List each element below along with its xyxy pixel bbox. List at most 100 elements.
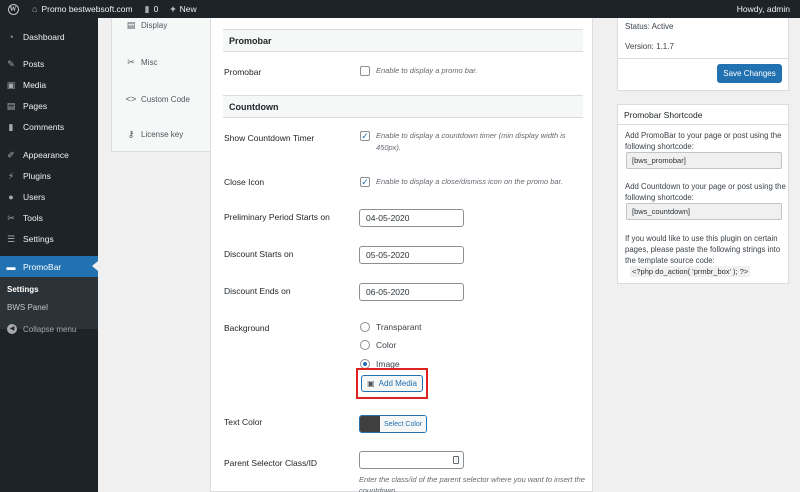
add-media-label: Add Media [378,379,417,388]
highlight-box: ▣ Add Media [356,368,428,399]
shortcode-title: Promobar Shortcode [618,105,788,125]
parent-selector-input[interactable]: ⁝ [359,451,464,469]
close-icon-label: Close Icon [224,177,265,187]
divider [618,58,788,59]
sidebar-item-tools[interactable]: ✂ Tools [0,207,98,228]
tab-custom-code[interactable]: <> Custom Code [125,94,190,104]
comment-icon: ▮ [8,121,14,132]
sidebar-item-dashboard[interactable]: ◔ Dashboard [0,26,98,47]
plug-icon: ⚡ [7,170,15,181]
show-timer-checkbox[interactable]: ✓ [360,131,370,141]
section-promobar: Promobar [223,29,583,52]
sidebar-item-promobar[interactable]: ▬ PromoBar [0,256,98,277]
settings-tabs: ▤ Display ✂ Misc <> Custom Code ⚷ License ke… [111,18,210,152]
countdown-shortcode-field[interactable]: [bws_countdown] [626,203,782,220]
select-color-label: Select Color [380,416,427,432]
add-media-button[interactable]: ▣ Add Media [361,375,423,392]
key-icon: ⚷ [127,129,135,139]
sidebar-item-label: Posts [23,58,45,69]
admin-sidebar: ◔ Dashboard ✎ Posts ▣ Media ▤ Pages ▮ Comment… [0,18,98,492]
wrench-icon: ✂ [127,57,135,67]
submenu-item-settings[interactable]: Settings [7,285,39,294]
tab-misc[interactable]: ✂ Misc [125,57,157,68]
text-color-picker[interactable]: Select Color [359,415,428,433]
site-name: Promo bestwebsoft.com [41,4,133,14]
radio-button[interactable] [360,340,370,350]
close-icon-checkbox-row[interactable]: ✓ Enable to display a close/dismiss icon… [360,176,585,188]
tab-label: Display [141,21,168,30]
tab-display[interactable]: ▤ Display [125,20,168,31]
sidebar-item-label: Appearance [23,149,69,160]
promobar-shortcode-field[interactable]: [bws_promobar] [626,152,782,169]
discount-starts-input[interactable]: 05-05-2020 [359,246,464,264]
preliminary-date-input[interactable]: 04-05-2020 [359,209,464,227]
sidebar-item-label: Comments [23,121,65,132]
radio-button[interactable] [360,322,370,332]
wrench-icon: ✂ [7,212,15,223]
plus-icon: + [170,4,176,14]
page-icon: ▤ [6,100,16,111]
new-label: New [179,4,197,14]
sidebar-item-plugins[interactable]: ⚡ Plugins [0,165,98,186]
discount-ends-input[interactable]: 06-05-2020 [359,283,464,301]
preliminary-label: Preliminary Period Starts on [224,212,330,222]
tab-label: License key [141,130,184,139]
wordpress-logo-icon[interactable]: W [0,0,26,18]
discount-starts-label: Discount Starts on [224,249,294,259]
settings-panel: Promobar Promobar Enable to display a pr… [210,18,593,492]
tab-license-key[interactable]: ⚷ License key [125,129,184,140]
show-timer-check-text: Enable to display a countdown timer (min… [376,131,566,152]
submenu-item-bws-panel[interactable]: BWS Panel [7,303,48,312]
comments-link[interactable]: ▮ 0 [139,0,165,18]
background-radio-transparant[interactable]: Transparant [360,322,422,332]
status-text: Status: Active [625,22,674,31]
sidebar-item-pages[interactable]: ▤ Pages [0,95,98,116]
sidebar-item-label: Plugins [23,170,51,181]
promobar-checkbox-row[interactable]: Enable to display a promo bar. [360,65,585,77]
brush-icon: ✐ [7,149,15,160]
parent-selector-help: Enter the class/id of the parent selecto… [359,475,585,492]
sidebar-item-settings[interactable]: ☰ Settings [0,228,98,249]
color-swatch [360,416,380,432]
status-box: Status: Active Version: 1.1.7 Save Chang… [617,18,789,91]
collapse-menu-button[interactable]: ◀ Collapse menu [0,320,98,338]
user-icon: ● [8,191,14,202]
discount-ends-label: Discount Ends on [224,286,291,296]
sliders-icon: ☰ [6,233,16,244]
comments-count: 0 [153,4,159,14]
sidebar-item-comments[interactable]: ▮ Comments [0,116,98,137]
radio-label: Color [376,340,397,350]
admin-bar: W ⌂ Promo bestwebsoft.com ▮ 0 + New Howd… [0,0,800,18]
display-icon: ▤ [126,20,136,30]
pin-icon: ✎ [7,58,15,69]
save-changes-button[interactable]: Save Changes [717,64,782,83]
dashboard-icon: ◔ [8,31,14,42]
show-timer-label: Show Countdown Timer [224,133,315,143]
countdown-shortcode-text: Add Countdown to your page or post using… [625,182,786,202]
radio-label: Transparant [376,322,422,332]
sidebar-item-label: Settings [23,233,54,244]
home-icon: ⌂ [32,4,38,14]
media-icon: ▣ [367,379,375,388]
account-menu[interactable]: Howdy, admin [731,0,800,18]
media-icon: ▣ [6,79,16,90]
site-name-link[interactable]: ⌂ Promo bestwebsoft.com [26,0,139,18]
version-text: Version: 1.1.7 [625,42,674,51]
sidebar-item-appearance[interactable]: ✐ Appearance [0,144,98,165]
code-icon: <> [125,94,137,104]
sidebar-item-media[interactable]: ▣ Media [0,74,98,95]
sidebar-item-label: Users [23,191,46,202]
section-countdown: Countdown [223,95,583,118]
collapse-arrow-icon: ◀ [7,324,17,334]
promobar-icon: ▬ [6,261,16,272]
autofill-icon: ⁝ [453,456,459,464]
sidebar-item-users[interactable]: ● Users [0,186,98,207]
close-icon-checkbox[interactable]: ✓ [360,177,370,187]
sidebar-item-posts[interactable]: ✎ Posts [0,53,98,74]
sidebar-item-label: Pages [23,100,48,111]
background-label: Background [224,323,270,333]
show-timer-checkbox-row[interactable]: ✓ Enable to display a countdown timer (m… [360,130,585,154]
new-content-link[interactable]: + New [164,0,202,18]
promobar-checkbox[interactable] [360,66,370,76]
background-radio-color[interactable]: Color [360,340,396,350]
